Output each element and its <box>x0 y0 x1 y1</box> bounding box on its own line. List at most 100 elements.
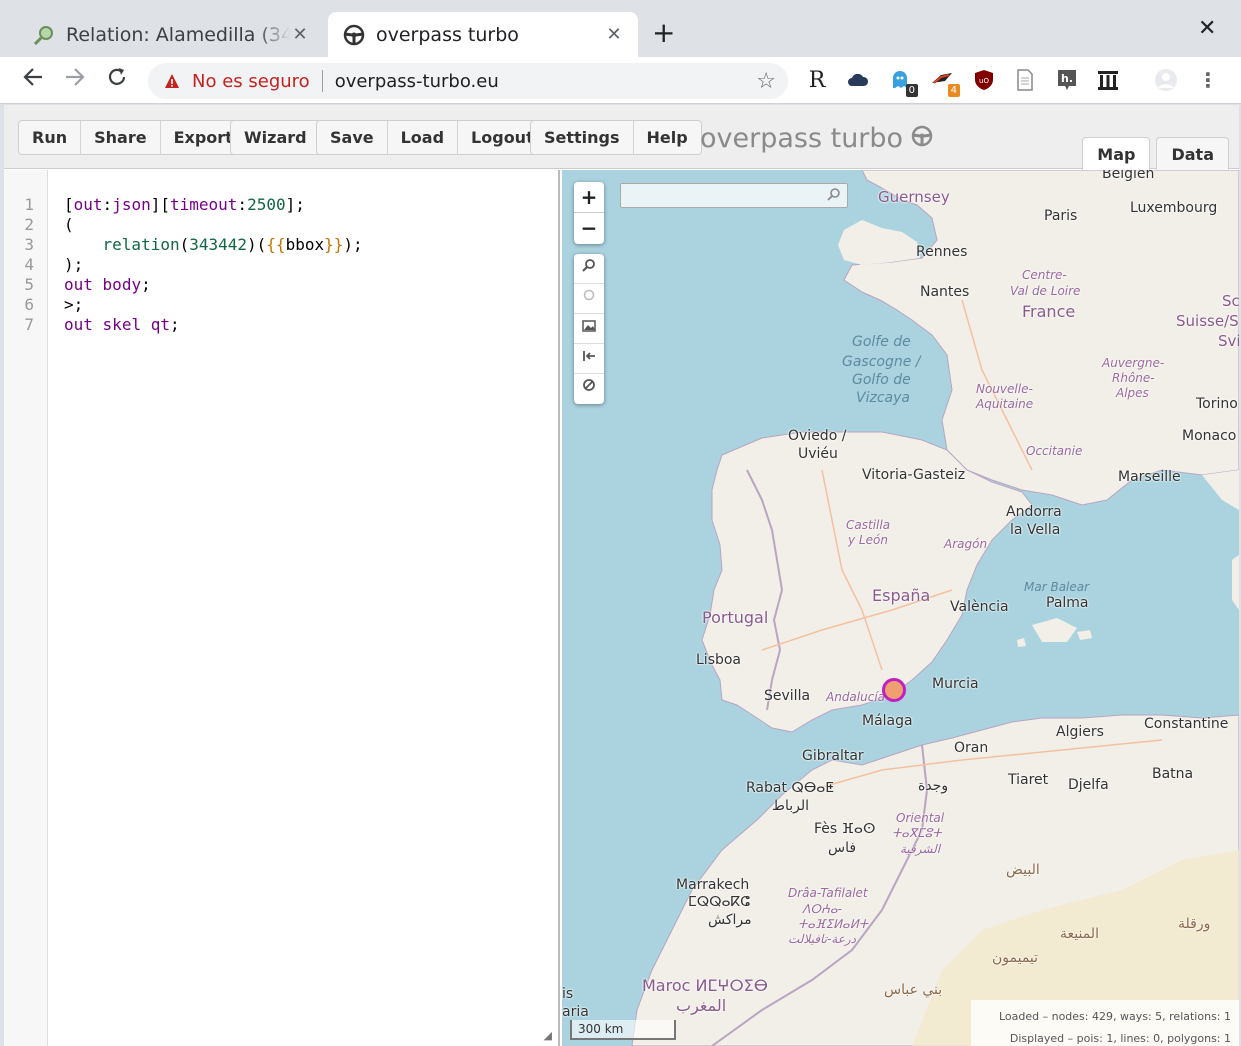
archive-icon[interactable] <box>1096 67 1120 93</box>
window-close-icon[interactable]: ✕ <box>1198 16 1216 41</box>
image-export-icon[interactable] <box>574 314 604 344</box>
resize-handle-icon[interactable]: ◢ <box>544 1029 552 1042</box>
overpass-header: Run Share Export Wizard Save Load Logout… <box>4 105 1239 170</box>
fox-badge: 4 <box>947 84 960 97</box>
map-label: España <box>872 586 931 605</box>
map-label: Gascogne / <box>842 354 921 370</box>
r-extension-icon[interactable]: R <box>805 67 829 93</box>
map-label: Fès ⴼⴰⵙ <box>814 821 876 837</box>
map-label: درعة-تافيلالت <box>788 932 857 946</box>
map-label: Nouvelle- <box>976 382 1033 396</box>
map-label: Val de Loire <box>1010 284 1081 298</box>
back-arrow-icon[interactable] <box>22 66 44 94</box>
tab-title: overpass turbo <box>376 23 519 46</box>
map-label: Málaga <box>862 713 913 729</box>
map-label: Uviéu <box>798 446 838 462</box>
bookmark-star-icon[interactable]: ☆ <box>756 69 776 94</box>
address-bar[interactable]: No es seguro overpass-turbo.eu ☆ <box>148 63 788 99</box>
search-icon <box>827 187 841 205</box>
map-label: Tiaret <box>1008 772 1049 788</box>
clear-data-icon[interactable] <box>574 374 604 404</box>
zoom-to-data-icon[interactable] <box>574 254 604 284</box>
run-button[interactable]: Run <box>19 121 82 154</box>
new-tab-icon[interactable]: + <box>652 18 675 48</box>
code-line-3[interactable]: relation(343442)({{bbox}}); <box>64 235 363 254</box>
wizard-button[interactable]: Wizard <box>231 121 320 154</box>
ghost-badge: 0 <box>905 84 918 97</box>
map-scale: 300 km <box>570 1020 676 1040</box>
map-label: Sevilla <box>764 688 811 704</box>
map-label: Rhône- <box>1112 371 1155 385</box>
code-line-4[interactable]: ); <box>64 255 83 274</box>
query-editor[interactable]: 1 2 3 4 5 6 7 [out:json][timeout:2500]; … <box>4 170 560 1046</box>
ghost-extension-icon[interactable]: 0 <box>888 67 918 97</box>
menu-kebab-icon[interactable]: ⋮ <box>1196 67 1220 93</box>
share-button[interactable]: Share <box>81 121 161 154</box>
zoom-in-button[interactable]: + <box>574 182 604 213</box>
help-button[interactable]: Help <box>634 121 701 154</box>
tab-title: Relation: Alamedilla (343 <box>66 23 290 46</box>
security-label[interactable]: No es seguro <box>192 71 310 92</box>
map-label: Schw <box>1222 292 1239 310</box>
map-view[interactable]: Belgien Guernsey Paris Luxembourg Rennes… <box>562 170 1239 1046</box>
code-line-6[interactable]: >; <box>64 295 83 314</box>
tab-map[interactable]: Map <box>1082 137 1151 170</box>
displayed-stats: Displayed – pois: 1, lines: 0, polygons:… <box>1009 1032 1231 1045</box>
zoom-out-button[interactable]: − <box>574 213 604 244</box>
profile-avatar-icon[interactable] <box>1154 67 1178 93</box>
code-line-1[interactable]: [out:json][timeout:2500]; <box>64 195 305 214</box>
map-label: Andorra <box>1006 504 1062 520</box>
code-line-5[interactable]: out body; <box>64 275 151 294</box>
fullscreen-toggle-icon[interactable] <box>574 344 604 374</box>
cloud-extension-icon[interactable] <box>846 67 870 93</box>
map-label: Aragón <box>944 537 988 551</box>
map-label: Palma <box>1046 595 1089 611</box>
ublock-icon[interactable]: uO <box>972 67 996 93</box>
document-extension-icon[interactable] <box>1013 67 1037 93</box>
map-label: Mar Balear <box>1024 580 1090 594</box>
map-basemap <box>631 170 1239 1046</box>
save-button[interactable]: Save <box>317 121 388 154</box>
map-label: وجدة <box>918 778 949 794</box>
code-line-7[interactable]: out skel qt; <box>64 315 180 334</box>
close-tab-icon[interactable]: ✕ <box>290 24 310 45</box>
map-label: Andalucía <box>826 690 886 704</box>
map-label: Constantine <box>1144 716 1229 732</box>
map-label: المغرب <box>676 996 727 1015</box>
settings-button[interactable]: Settings <box>531 121 634 154</box>
map-label: Algiers <box>1056 724 1104 740</box>
line-number: 3 <box>24 235 34 254</box>
map-label: Marseille <box>1118 469 1181 485</box>
tab-relation[interactable]: Relation: Alamedilla (343 ✕ <box>18 12 324 57</box>
map-label: Rabat ⵕⴱⴰⵟ <box>746 780 835 796</box>
map-label: Guernsey <box>878 188 950 206</box>
fox-extension-icon[interactable]: 4 <box>930 67 960 97</box>
hypothesis-icon[interactable]: h. <box>1055 67 1079 93</box>
browser-toolbar: No es seguro overpass-turbo.eu ☆ R 0 4 u… <box>0 57 1241 104</box>
map-label: France <box>1022 302 1076 321</box>
map-label: Luxembourg <box>1130 200 1218 216</box>
close-tab-icon[interactable]: ✕ <box>604 24 624 45</box>
wizard-button-group: Wizard <box>230 120 321 155</box>
tab-overpass-turbo[interactable]: overpass turbo ✕ <box>328 12 638 57</box>
load-button[interactable]: Load <box>388 121 459 154</box>
map-label: ورقلة <box>1178 916 1211 932</box>
map-label: Marrakech <box>676 877 750 893</box>
zoom-control: + − <box>574 182 604 244</box>
line-number-gutter: 1 2 3 4 5 6 7 <box>4 170 48 1046</box>
reload-icon[interactable] <box>106 66 128 94</box>
map-label: Portugal <box>702 608 769 627</box>
forward-arrow-icon[interactable] <box>64 66 86 94</box>
magnifier-map-icon <box>32 23 56 47</box>
map-label: Castilla <box>846 518 891 532</box>
locate-icon[interactable] <box>574 284 604 314</box>
code-line-2[interactable]: ( <box>64 215 74 234</box>
map-search-input[interactable] <box>620 183 848 208</box>
tab-data[interactable]: Data <box>1156 137 1229 170</box>
relation-marker[interactable] <box>882 678 906 702</box>
map-label: Torino <box>1196 396 1238 412</box>
map-label: Nantes <box>920 284 970 300</box>
url-text[interactable]: overpass-turbo.eu <box>335 71 499 92</box>
map-label: aria <box>562 1004 589 1020</box>
map-label: Oviedo / <box>788 428 847 444</box>
